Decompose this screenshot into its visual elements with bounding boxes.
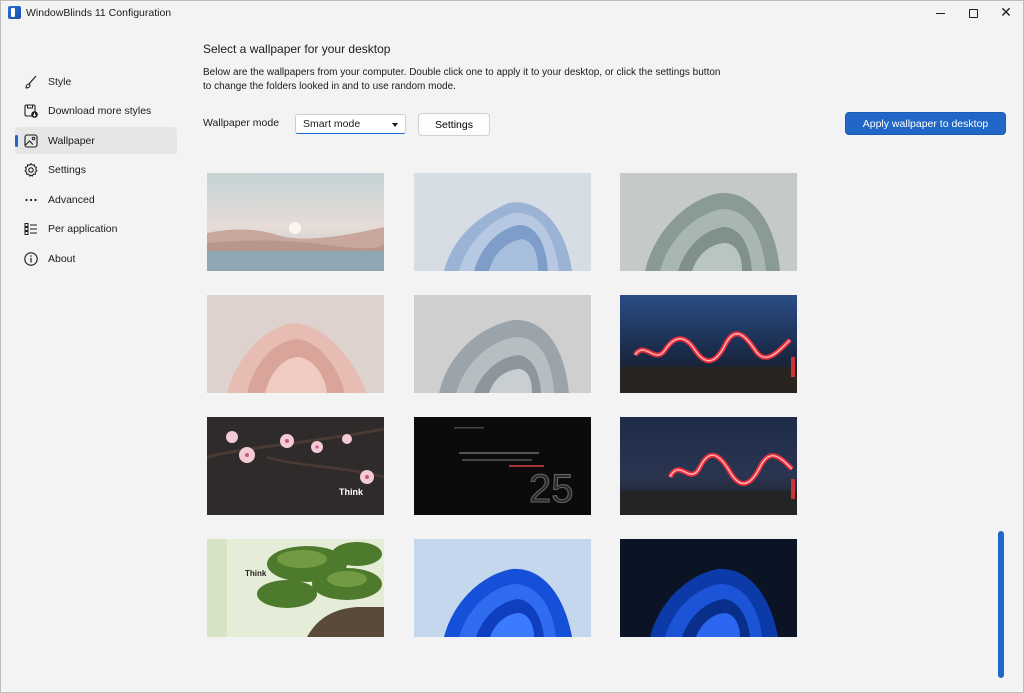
- maximize-button[interactable]: [956, 1, 990, 25]
- page-description: Below are the wallpapers from your compu…: [203, 67, 721, 92]
- sidebar-item-wallpaper[interactable]: Wallpaper: [15, 127, 177, 154]
- more-icon: [23, 192, 39, 208]
- wallpaper-mode-value: Smart mode: [303, 118, 361, 130]
- apply-wallpaper-button[interactable]: Apply wallpaper to desktop: [845, 112, 1006, 135]
- wallpaper-thumbnail[interactable]: Think: [207, 539, 384, 637]
- wallpaper-thumbnail[interactable]: [207, 295, 384, 393]
- wallpaper-thumbnail[interactable]: [620, 295, 797, 393]
- wallpaper-thumbnail[interactable]: 25: [414, 417, 591, 515]
- minimize-icon: [935, 12, 945, 14]
- wallpaper-mode-label: Wallpaper mode: [203, 117, 280, 129]
- minimize-button[interactable]: [923, 1, 957, 25]
- brush-icon: [23, 74, 39, 90]
- sidebar-item-style[interactable]: Style: [15, 68, 177, 95]
- wallpaper-overlay-text: 25: [529, 467, 574, 512]
- sidebar-item-label: Per application: [48, 223, 118, 235]
- list-icon: [23, 221, 39, 237]
- sidebar-item-label: Download more styles: [48, 105, 152, 117]
- wallpaper-thumbnail[interactable]: [620, 173, 797, 271]
- image-icon: [23, 133, 39, 149]
- sidebar-item-advanced[interactable]: Advanced: [15, 186, 177, 213]
- sidebar-item-label: Advanced: [48, 193, 95, 206]
- sidebar-item-download-more-styles[interactable]: Download more styles: [15, 98, 177, 125]
- wallpaper-thumbnail[interactable]: Think: [207, 417, 384, 515]
- sidebar-item-label: Style: [48, 75, 72, 88]
- info-icon: [23, 251, 39, 267]
- gear-icon: [23, 162, 39, 178]
- download-icon: [23, 103, 39, 119]
- app-window: WindowBlinds 11 Configuration ✕ Style Do…: [0, 0, 1024, 693]
- wallpaper-thumbnail[interactable]: [620, 539, 797, 637]
- sidebar-item-label: Wallpaper: [48, 134, 95, 147]
- wallpaper-overlay-text: Think: [245, 569, 267, 578]
- sidebar-item-label: About: [48, 252, 76, 265]
- close-icon: ✕: [1000, 5, 1012, 21]
- settings-button[interactable]: Settings: [418, 113, 490, 136]
- sidebar-item-per-application[interactable]: Per application: [15, 216, 177, 243]
- wallpaper-thumbnail[interactable]: [414, 295, 591, 393]
- app-logo-icon: [8, 6, 21, 19]
- sidebar-item-about[interactable]: About: [15, 245, 177, 272]
- page-title: Select a wallpaper for your desktop: [203, 42, 391, 56]
- chevron-down-icon: [392, 123, 398, 127]
- wallpaper-thumbnail[interactable]: [620, 417, 797, 515]
- wallpaper-thumbnail[interactable]: [414, 539, 591, 637]
- maximize-icon: [968, 8, 978, 18]
- scrollbar-thumb[interactable]: [998, 531, 1004, 678]
- sidebar-item-label: Settings: [48, 164, 86, 176]
- title-bar[interactable]: WindowBlinds 11 Configuration ✕: [1, 1, 1023, 25]
- sidebar-nav: Style Download more styles Wallpaper Set…: [15, 68, 177, 275]
- wallpaper-thumbnail[interactable]: [207, 173, 384, 271]
- close-button[interactable]: ✕: [989, 1, 1023, 25]
- wallpaper-thumbnail[interactable]: [414, 173, 591, 271]
- window-title: WindowBlinds 11 Configuration: [26, 7, 172, 19]
- wallpaper-mode-dropdown[interactable]: Smart mode: [295, 114, 406, 134]
- wallpaper-overlay-text: Think: [339, 487, 363, 497]
- sidebar-item-settings[interactable]: Settings: [15, 157, 177, 184]
